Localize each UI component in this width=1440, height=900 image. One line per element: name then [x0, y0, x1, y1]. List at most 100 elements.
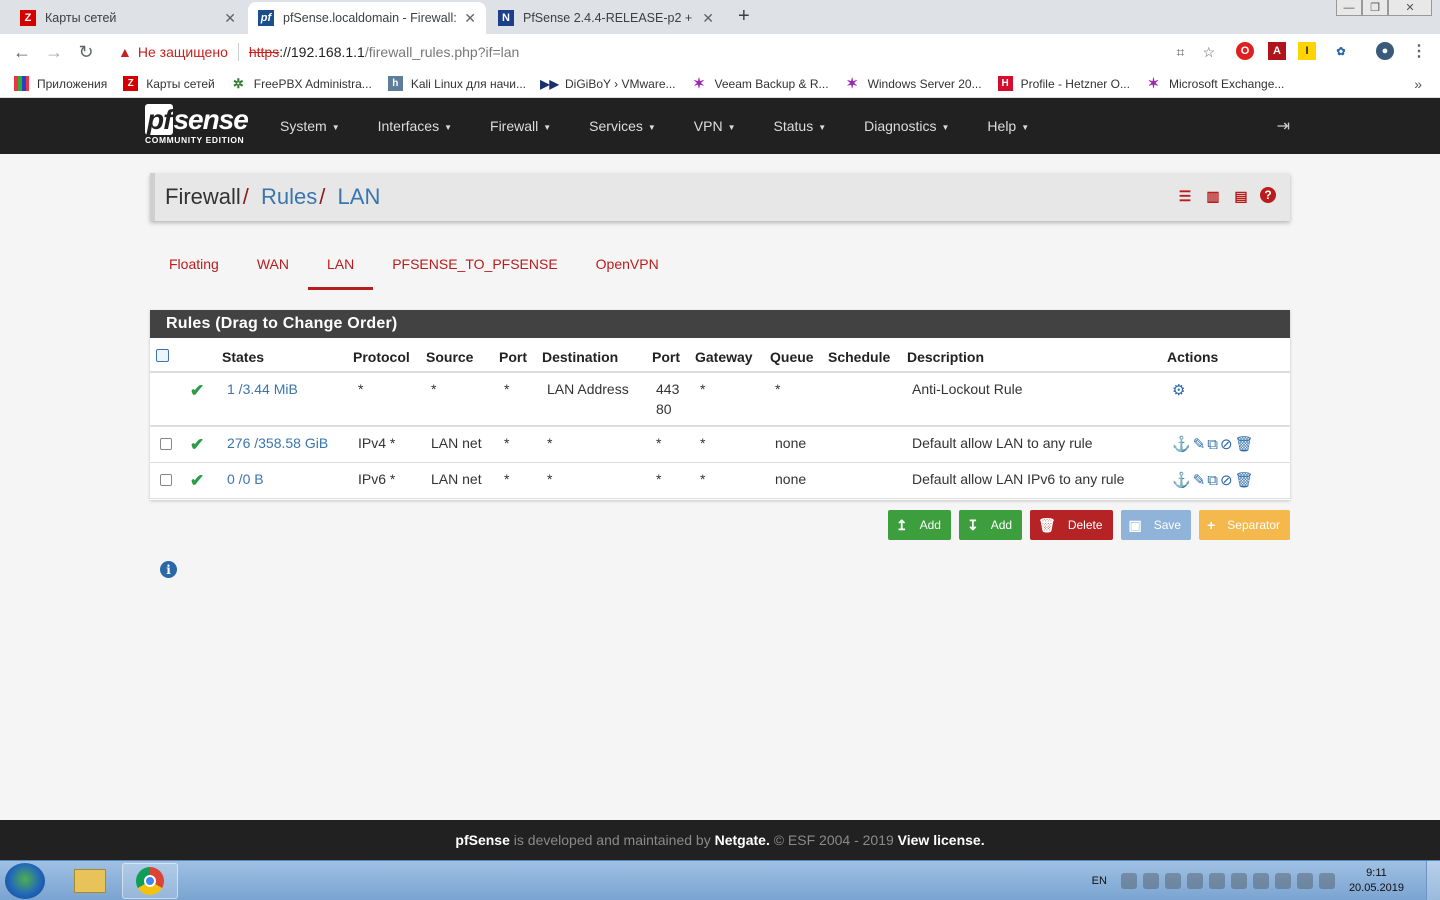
close-tab-icon[interactable]: ✕	[224, 10, 236, 27]
bookmark-habr[interactable]: h Kali Linux для начи...	[387, 76, 526, 91]
close-tab-icon[interactable]: ✕	[702, 10, 714, 27]
menu-vpn[interactable]: VPN ▼	[694, 118, 736, 134]
network-icon[interactable]	[1318, 873, 1335, 889]
opera-ext-icon[interactable]: O	[1236, 42, 1254, 60]
notes-ext-icon[interactable]: I	[1298, 42, 1316, 60]
minimize-icon[interactable]: —	[1336, 0, 1362, 16]
help-icon[interactable]: ?	[1260, 187, 1276, 203]
trash-icon[interactable]: 🗑	[1235, 472, 1254, 489]
breadcrumb-lan[interactable]: LAN	[338, 184, 381, 209]
view-license-link[interactable]: View license.	[898, 832, 985, 848]
url-input[interactable]: ▲ Не защищено https ://192.168.1.1 /fire…	[108, 38, 1223, 66]
add-bottom-button[interactable]: ↧ Add	[958, 510, 1023, 540]
tray-icon[interactable]	[1230, 873, 1247, 889]
bookmark-freepbx[interactable]: ✲ FreePBX Administra...	[231, 76, 372, 91]
menu-firewall[interactable]: Firewall ▼	[490, 118, 551, 134]
menu-icon[interactable]: ⋮	[1410, 42, 1428, 60]
browser-tab-zabbix[interactable]: Z Карты сетей ✕	[10, 2, 246, 34]
tab-openvpn[interactable]: OpenVPN	[577, 245, 678, 290]
table-row[interactable]: ✔ 0 /0 B IPv6 * LAN net * * * * none Def…	[150, 462, 1290, 499]
bookmark-windows[interactable]: ✶ Windows Server 20...	[845, 75, 981, 91]
pfsense-logo[interactable]: pfsense COMMUNITY EDITION	[145, 104, 249, 145]
browser-tab-article[interactable]: N PfSense 2.4.4-RELEASE-p2 + Mik ✕	[488, 2, 724, 34]
disable-icon[interactable]: ⊘	[1220, 472, 1233, 489]
tray-icon[interactable]	[1208, 873, 1225, 889]
tray-icon[interactable]	[1274, 873, 1291, 889]
start-button[interactable]	[5, 863, 45, 899]
tray-icon[interactable]	[1142, 873, 1159, 889]
clock[interactable]: 9:11 20.05.2019	[1349, 866, 1404, 896]
states-link[interactable]: 276 /358.58 GiB	[227, 435, 328, 451]
bookmark-digiboy[interactable]: ▶▶ DiGiBoY › VMware...	[540, 76, 675, 91]
reload-icon[interactable]: ↻	[70, 42, 102, 63]
breadcrumb-firewall: Firewall	[165, 184, 241, 209]
chrome-taskbar-button[interactable]	[122, 863, 178, 899]
delete-button[interactable]: 🗑 Delete	[1030, 510, 1113, 540]
anchor-icon[interactable]: ⚓	[1172, 436, 1191, 453]
tray-icon[interactable]	[1252, 873, 1269, 889]
disable-icon[interactable]: ⊘	[1220, 436, 1233, 453]
close-window-icon[interactable]: ✕	[1388, 0, 1432, 16]
translate-icon[interactable]: ⌗	[1177, 44, 1185, 61]
table-row[interactable]: ✔ 1 /3.44 MiB * * * LAN Address 443 80 * …	[150, 372, 1290, 427]
pdf-ext-icon[interactable]: A	[1268, 42, 1286, 60]
breadcrumb-rules[interactable]: Rules	[261, 184, 317, 209]
copy-icon[interactable]: ⧉	[1207, 436, 1218, 453]
footer-brand[interactable]: pfSense	[455, 832, 509, 848]
table-row[interactable]: ✔ 276 /358.58 GiB IPv4 * LAN net * * * *…	[150, 426, 1290, 463]
info-icon[interactable]: i	[160, 561, 177, 578]
copy-icon[interactable]: ⧉	[1207, 472, 1218, 489]
separator-button[interactable]: + Separator	[1199, 510, 1290, 540]
menu-help[interactable]: Help ▼	[987, 118, 1029, 134]
tray-icon[interactable]	[1186, 873, 1203, 889]
tab-lan[interactable]: LAN	[307, 245, 374, 290]
save-button[interactable]: ▣ Save	[1120, 510, 1192, 540]
trash-icon[interactable]: 🗑	[1235, 436, 1254, 453]
new-tab-icon[interactable]: +	[738, 5, 750, 28]
more-bookmarks-icon[interactable]: »	[1414, 76, 1422, 92]
add-top-button[interactable]: ↥ Add	[887, 510, 951, 540]
security-status[interactable]: Не защищено	[138, 44, 228, 60]
log-list-icon[interactable]: ▤	[1232, 187, 1250, 205]
tab-wan[interactable]: WAN	[238, 245, 308, 290]
menu-system[interactable]: System ▼	[280, 118, 340, 134]
restore-icon[interactable]: ❐	[1362, 0, 1388, 16]
tab-floating[interactable]: Floating	[150, 245, 238, 290]
browser-tab-pfsense[interactable]: pf pfSense.localdomain - Firewall: R ✕	[248, 2, 486, 34]
bookmark-hetzner[interactable]: H Profile - Hetzner O...	[997, 76, 1130, 91]
row-checkbox[interactable]	[160, 473, 172, 486]
bookmark-apps[interactable]: Приложения	[14, 76, 107, 91]
close-tab-icon[interactable]: ✕	[464, 10, 476, 27]
bookmark-exchange[interactable]: ✶ Microsoft Exchange...	[1146, 75, 1285, 91]
profile-avatar[interactable]: ●	[1376, 42, 1394, 60]
language-indicator[interactable]: EN	[1092, 875, 1107, 887]
select-all-checkbox[interactable]	[156, 348, 169, 362]
bar-chart-icon[interactable]: ▥	[1204, 187, 1222, 205]
back-icon[interactable]: ←	[6, 42, 38, 63]
bookmark-veeam[interactable]: ✶ Veeam Backup & R...	[692, 75, 828, 91]
logout-icon[interactable]: ⇥	[1277, 116, 1290, 136]
menu-status[interactable]: Status ▼	[774, 118, 827, 134]
states-link[interactable]: 1 /3.44 MiB	[227, 381, 298, 397]
show-desktop-button[interactable]	[1426, 861, 1440, 900]
explorer-taskbar-button[interactable]	[62, 863, 118, 899]
forward-icon[interactable]: →	[38, 42, 70, 63]
menu-services[interactable]: Services ▼	[589, 118, 656, 134]
pencil-icon[interactable]: ✎	[1193, 472, 1206, 489]
states-link[interactable]: 0 /0 B	[227, 471, 264, 487]
footer-netgate-link[interactable]: Netgate.	[715, 832, 770, 848]
menu-diagnostics[interactable]: Diagnostics ▼	[864, 118, 949, 134]
bookmark-star-icon[interactable]: ☆	[1202, 44, 1215, 61]
volume-icon[interactable]	[1296, 873, 1313, 889]
tab-pfsense-to-pfsense[interactable]: PFSENSE_TO_PFSENSE	[373, 245, 576, 290]
bookmark-zabbix[interactable]: Z Карты сетей	[123, 76, 215, 91]
row-checkbox[interactable]	[160, 438, 172, 450]
tray-icon[interactable]	[1120, 873, 1137, 889]
gear-icon[interactable]: ⚙	[1172, 382, 1185, 399]
pencil-icon[interactable]: ✎	[1193, 436, 1206, 453]
anchor-icon[interactable]: ⚓	[1172, 472, 1191, 489]
vpn-ext-icon[interactable]: ✿	[1332, 42, 1350, 60]
menu-interfaces[interactable]: Interfaces ▼	[378, 118, 452, 134]
tray-icon[interactable]	[1164, 873, 1181, 889]
sliders-icon[interactable]: ☰	[1176, 187, 1194, 205]
